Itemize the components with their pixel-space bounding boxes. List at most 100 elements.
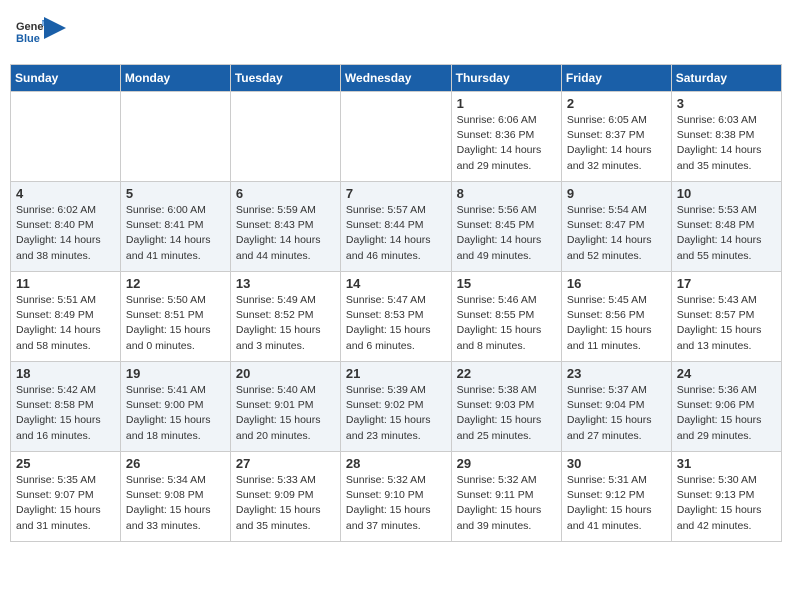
day-info: Sunrise: 5:53 AM Sunset: 8:48 PM Dayligh…: [677, 203, 776, 264]
day-info: Sunrise: 5:32 AM Sunset: 9:11 PM Dayligh…: [457, 473, 556, 534]
day-info: Sunrise: 5:46 AM Sunset: 8:55 PM Dayligh…: [457, 293, 556, 354]
calendar-cell: 8 Sunrise: 5:56 AM Sunset: 8:45 PM Daylig…: [451, 182, 561, 272]
calendar-cell: [11, 92, 121, 182]
calendar-cell: 23Sunrise: 5:37 AM Sunset: 9:04 PM Dayli…: [561, 362, 671, 452]
weekday-header-thursday: Thursday: [451, 65, 561, 92]
day-number: 28: [346, 456, 446, 471]
svg-text:Blue: Blue: [16, 33, 40, 45]
calendar-cell: 9 Sunrise: 5:54 AM Sunset: 8:47 PM Daylig…: [561, 182, 671, 272]
calendar-cell: 27Sunrise: 5:33 AM Sunset: 9:09 PM Dayli…: [230, 452, 340, 542]
day-info: Sunrise: 6:06 AM Sunset: 8:36 PM Dayligh…: [457, 113, 556, 174]
day-info: Sunrise: 5:36 AM Sunset: 9:06 PM Dayligh…: [677, 383, 776, 444]
day-number: 16: [567, 276, 666, 291]
day-number: 8: [457, 186, 556, 201]
header: General Blue: [10, 10, 782, 56]
calendar-week-row: 11 Sunrise: 5:51 AM Sunset: 8:49 PM Dayli…: [11, 272, 782, 362]
logo-icon: General Blue: [14, 16, 48, 50]
weekday-header-sunday: Sunday: [11, 65, 121, 92]
day-info: Sunrise: 5:40 AM Sunset: 9:01 PM Dayligh…: [236, 383, 335, 444]
calendar-week-row: 25 Sunrise: 5:35 AM Sunset: 9:07 PM Dayli…: [11, 452, 782, 542]
day-info: Sunrise: 5:32 AM Sunset: 9:10 PM Dayligh…: [346, 473, 446, 534]
day-number: 18: [16, 366, 115, 381]
calendar-cell: 2Sunrise: 6:05 AM Sunset: 8:37 PM Daylig…: [561, 92, 671, 182]
calendar-cell: 17 Sunrise: 5:43 AM Sunset: 8:57 PM Dayli…: [671, 272, 781, 362]
day-number: 26: [126, 456, 225, 471]
calendar-cell: 26 Sunrise: 5:34 AM Sunset: 9:08 PM Dayli…: [120, 452, 230, 542]
day-info: Sunrise: 6:03 AM Sunset: 8:38 PM Dayligh…: [677, 113, 776, 174]
calendar-cell: 3 Sunrise: 6:03 AM Sunset: 8:38 PM Daylig…: [671, 92, 781, 182]
day-number: 6: [236, 186, 335, 201]
day-info: Sunrise: 5:45 AM Sunset: 8:56 PM Dayligh…: [567, 293, 666, 354]
calendar-cell: 18 Sunrise: 5:42 AM Sunset: 8:58 PM Dayli…: [11, 362, 121, 452]
calendar-cell: 12 Sunrise: 5:50 AM Sunset: 8:51 PM Dayli…: [120, 272, 230, 362]
day-number: 27: [236, 456, 335, 471]
day-number: 1: [457, 96, 556, 111]
day-number: 11: [16, 276, 115, 291]
day-info: Sunrise: 5:34 AM Sunset: 9:08 PM Dayligh…: [126, 473, 225, 534]
logo-arrow-icon: [44, 17, 66, 39]
calendar-cell: 19Sunrise: 5:41 AM Sunset: 9:00 PM Dayli…: [120, 362, 230, 452]
day-number: 4: [16, 186, 115, 201]
calendar-cell: 7Sunrise: 5:57 AM Sunset: 8:44 PM Daylig…: [340, 182, 451, 272]
calendar-cell: [230, 92, 340, 182]
day-number: 10: [677, 186, 776, 201]
calendar-cell: 30Sunrise: 5:31 AM Sunset: 9:12 PM Dayli…: [561, 452, 671, 542]
day-info: Sunrise: 6:00 AM Sunset: 8:41 PM Dayligh…: [126, 203, 225, 264]
weekday-header-tuesday: Tuesday: [230, 65, 340, 92]
calendar-cell: 11 Sunrise: 5:51 AM Sunset: 8:49 PM Dayli…: [11, 272, 121, 362]
calendar-cell: 16 Sunrise: 5:45 AM Sunset: 8:56 PM Dayli…: [561, 272, 671, 362]
day-number: 5: [126, 186, 225, 201]
day-number: 17: [677, 276, 776, 291]
day-info: Sunrise: 5:56 AM Sunset: 8:45 PM Dayligh…: [457, 203, 556, 264]
calendar-cell: 22Sunrise: 5:38 AM Sunset: 9:03 PM Dayli…: [451, 362, 561, 452]
day-number: 2: [567, 96, 666, 111]
day-info: Sunrise: 5:54 AM Sunset: 8:47 PM Dayligh…: [567, 203, 666, 264]
day-info: Sunrise: 5:50 AM Sunset: 8:51 PM Dayligh…: [126, 293, 225, 354]
day-number: 3: [677, 96, 776, 111]
day-info: Sunrise: 5:31 AM Sunset: 9:12 PM Dayligh…: [567, 473, 666, 534]
calendar-cell: 14Sunrise: 5:47 AM Sunset: 8:53 PM Dayli…: [340, 272, 451, 362]
day-number: 23: [567, 366, 666, 381]
weekday-header-monday: Monday: [120, 65, 230, 92]
calendar-cell: 21Sunrise: 5:39 AM Sunset: 9:02 PM Dayli…: [340, 362, 451, 452]
calendar-header-row: SundayMondayTuesdayWednesdayThursdayFrid…: [11, 65, 782, 92]
calendar-table: SundayMondayTuesdayWednesdayThursdayFrid…: [10, 64, 782, 542]
calendar-cell: 25 Sunrise: 5:35 AM Sunset: 9:07 PM Dayli…: [11, 452, 121, 542]
day-info: Sunrise: 5:42 AM Sunset: 8:58 PM Dayligh…: [16, 383, 115, 444]
day-number: 24: [677, 366, 776, 381]
calendar-cell: 31Sunrise: 5:30 AM Sunset: 9:13 PM Dayli…: [671, 452, 781, 542]
day-info: Sunrise: 6:02 AM Sunset: 8:40 PM Dayligh…: [16, 203, 115, 264]
day-number: 22: [457, 366, 556, 381]
day-info: Sunrise: 5:51 AM Sunset: 8:49 PM Dayligh…: [16, 293, 115, 354]
calendar-week-row: 4 Sunrise: 6:02 AM Sunset: 8:40 PM Daylig…: [11, 182, 782, 272]
calendar-week-row: 1 Sunrise: 6:06 AM Sunset: 8:36 PM Daylig…: [11, 92, 782, 182]
weekday-header-saturday: Saturday: [671, 65, 781, 92]
day-info: Sunrise: 5:43 AM Sunset: 8:57 PM Dayligh…: [677, 293, 776, 354]
day-info: Sunrise: 5:41 AM Sunset: 9:00 PM Dayligh…: [126, 383, 225, 444]
day-number: 15: [457, 276, 556, 291]
calendar-body: 1 Sunrise: 6:06 AM Sunset: 8:36 PM Daylig…: [11, 92, 782, 542]
day-info: Sunrise: 5:47 AM Sunset: 8:53 PM Dayligh…: [346, 293, 446, 354]
day-info: Sunrise: 5:57 AM Sunset: 8:44 PM Dayligh…: [346, 203, 446, 264]
calendar-cell: [120, 92, 230, 182]
weekday-header-wednesday: Wednesday: [340, 65, 451, 92]
calendar-cell: 24 Sunrise: 5:36 AM Sunset: 9:06 PM Dayli…: [671, 362, 781, 452]
calendar-cell: 20Sunrise: 5:40 AM Sunset: 9:01 PM Dayli…: [230, 362, 340, 452]
calendar-cell: 1 Sunrise: 6:06 AM Sunset: 8:36 PM Daylig…: [451, 92, 561, 182]
day-number: 21: [346, 366, 446, 381]
day-number: 9: [567, 186, 666, 201]
day-number: 29: [457, 456, 556, 471]
day-number: 31: [677, 456, 776, 471]
calendar-cell: 6Sunrise: 5:59 AM Sunset: 8:43 PM Daylig…: [230, 182, 340, 272]
day-number: 25: [16, 456, 115, 471]
calendar-cell: 13Sunrise: 5:49 AM Sunset: 8:52 PM Dayli…: [230, 272, 340, 362]
day-info: Sunrise: 5:35 AM Sunset: 9:07 PM Dayligh…: [16, 473, 115, 534]
day-number: 13: [236, 276, 335, 291]
calendar-week-row: 18 Sunrise: 5:42 AM Sunset: 8:58 PM Dayli…: [11, 362, 782, 452]
logo: General Blue: [14, 16, 66, 50]
calendar-cell: 5 Sunrise: 6:00 AM Sunset: 8:41 PM Daylig…: [120, 182, 230, 272]
day-number: 12: [126, 276, 225, 291]
calendar-cell: [340, 92, 451, 182]
calendar-cell: 15 Sunrise: 5:46 AM Sunset: 8:55 PM Dayli…: [451, 272, 561, 362]
weekday-header-friday: Friday: [561, 65, 671, 92]
